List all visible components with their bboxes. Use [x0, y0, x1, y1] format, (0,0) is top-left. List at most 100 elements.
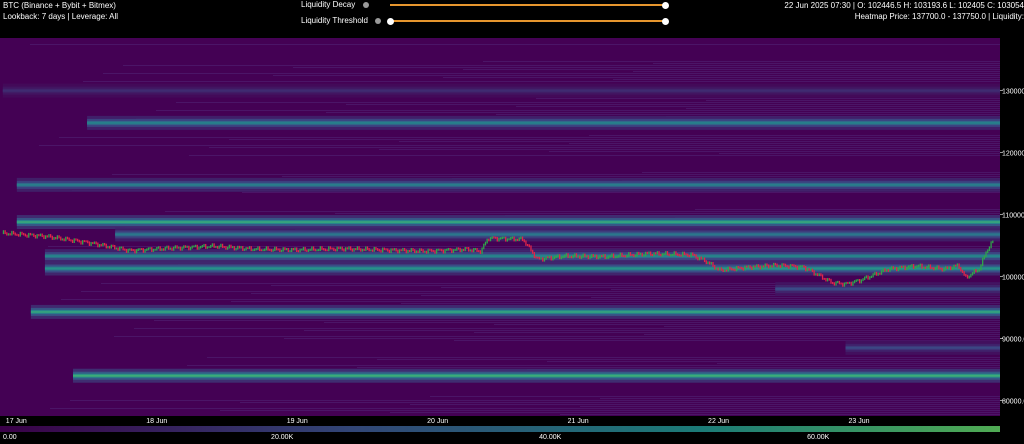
price-candle [624, 255, 627, 258]
liquidity-threshold-slider[interactable] [387, 17, 669, 25]
price-candle [235, 247, 237, 251]
heatmap-noise-line [516, 106, 1000, 107]
price-candle [21, 231, 23, 235]
info-icon[interactable] [363, 2, 369, 8]
price-candle [611, 253, 613, 258]
price-candle [715, 267, 718, 270]
price-candle [344, 247, 347, 252]
price-candle [757, 264, 760, 268]
price-candle [420, 248, 423, 251]
price-candle [92, 242, 94, 245]
price-candle [110, 244, 112, 249]
price-candle [34, 234, 37, 239]
liquidity-decay-handle[interactable] [662, 1, 669, 9]
price-candle [12, 230, 15, 235]
price-candle [934, 267, 937, 271]
price-candle [376, 248, 379, 251]
price-candle [412, 248, 414, 252]
price-candle [801, 265, 803, 268]
price-candle [708, 261, 711, 265]
price-candle [338, 246, 340, 250]
price-candle [850, 281, 852, 286]
price-candle [538, 256, 541, 260]
price-candle [916, 265, 918, 268]
price-candle [926, 265, 928, 269]
price-candle [31, 233, 33, 236]
price-candle [535, 256, 537, 259]
price-candle [823, 277, 825, 280]
heatmap-noise-line [653, 63, 1000, 64]
price-candle [403, 247, 406, 252]
price-candle [422, 249, 424, 253]
price-candle [759, 265, 761, 270]
price-candle [707, 261, 709, 265]
price-candle [953, 264, 955, 269]
price-candle [800, 265, 802, 268]
price-candle [929, 264, 932, 270]
price-candle [882, 268, 884, 273]
price-candle [294, 247, 296, 251]
price-candle [894, 267, 896, 270]
price-candle [441, 248, 443, 252]
heatmap-noise-line [390, 412, 1000, 413]
price-candle [710, 261, 712, 265]
liquidity-decay-slider[interactable] [390, 1, 669, 9]
price-candle [53, 236, 55, 240]
price-candle [796, 265, 798, 270]
price-candle [923, 266, 925, 269]
price-candle [944, 266, 947, 271]
price-candle [223, 246, 225, 248]
price-candle [363, 248, 365, 251]
price-candle [33, 233, 35, 237]
price-candle [540, 257, 542, 260]
price-candle [430, 248, 433, 252]
price-candle [813, 270, 815, 276]
price-candle [6, 232, 8, 236]
price-candle [395, 248, 397, 252]
liquidity-threshold-max-handle[interactable] [662, 17, 669, 25]
price-candle [683, 251, 686, 256]
price-candle [496, 236, 498, 242]
liquidity-threshold-handle[interactable] [387, 17, 394, 25]
heatmap-noise-line [189, 155, 1000, 156]
price-candle [816, 273, 819, 277]
price-candle [186, 245, 188, 248]
heatmap-noise-line [377, 359, 1000, 360]
price-candle [901, 265, 903, 268]
price-candle [550, 255, 552, 261]
price-candle [742, 267, 744, 271]
price-candle [100, 244, 102, 247]
heatmap-noise-line [560, 414, 1000, 415]
heatmap-noise-line [50, 408, 1000, 409]
price-candle [68, 237, 70, 242]
price-candle [830, 278, 832, 284]
price-candle [948, 266, 950, 269]
price-candle [46, 235, 48, 238]
price-candle [380, 249, 382, 253]
price-candle [697, 256, 699, 261]
price-candle [815, 273, 817, 276]
price-candle [858, 278, 861, 284]
price-candle [299, 248, 301, 253]
info-icon[interactable] [375, 18, 381, 24]
price-candle [676, 253, 679, 256]
price-candle [864, 276, 866, 281]
price-candle [297, 250, 300, 253]
price-candle [917, 264, 920, 268]
price-candle [565, 253, 568, 257]
price-candle [258, 246, 261, 252]
price-candle [181, 246, 183, 251]
price-candle [690, 252, 692, 258]
heatmap-noise-line [686, 108, 1000, 109]
lookback-info: Lookback: 7 days | Leverage: All [3, 12, 119, 21]
price-candle [257, 246, 259, 250]
price-candle [580, 255, 583, 259]
heatmap-noise-line [284, 338, 1000, 339]
price-candle [43, 235, 45, 240]
price-candle [83, 240, 86, 243]
price-candle [762, 265, 765, 268]
color-legend-bar [0, 426, 1000, 432]
price-candle [983, 255, 986, 260]
price-candle [218, 245, 220, 249]
price-candle [282, 247, 284, 252]
